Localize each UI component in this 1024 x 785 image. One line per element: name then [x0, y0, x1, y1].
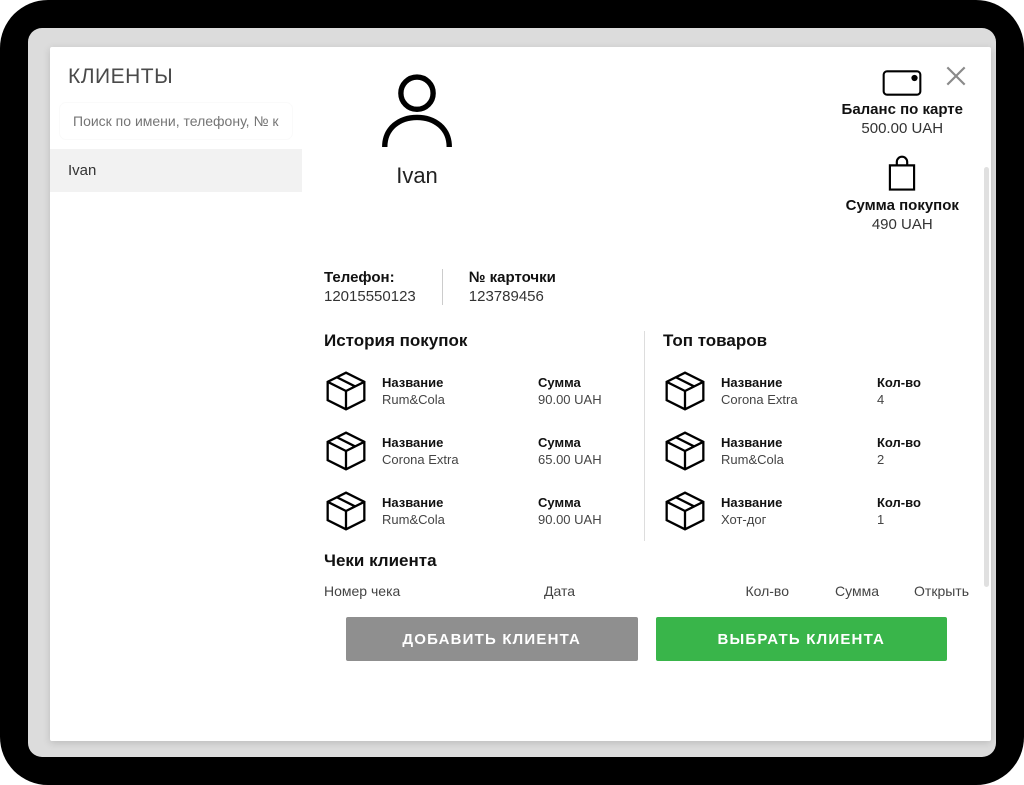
close-icon[interactable]: [943, 63, 969, 89]
col-date: Дата: [544, 583, 709, 599]
user-icon: [374, 69, 460, 155]
col-open: Открыть: [879, 583, 969, 599]
history-title: История покупок: [324, 331, 630, 351]
select-client-button[interactable]: ВЫБРАТЬ КЛИЕНТА: [656, 617, 948, 661]
history-row: Название Rum&Cola Сумма 90.00 UAH: [324, 481, 630, 541]
client-list-item[interactable]: Ivan: [50, 149, 302, 192]
footer-actions: ДОБАВИТЬ КЛИЕНТА ВЫБРАТЬ КЛИЕНТА: [324, 603, 969, 663]
top-title: Топ товаров: [663, 331, 969, 351]
client-list: Ivan: [50, 149, 302, 741]
package-icon: [663, 429, 707, 473]
balance-value: 500.00 UAH: [842, 120, 963, 137]
package-icon: [663, 489, 707, 533]
screen: КЛИЕНТЫ Ivan: [28, 28, 996, 757]
clients-modal: КЛИЕНТЫ Ivan: [50, 47, 991, 741]
col-sum: Сумма: [789, 583, 879, 599]
client-info-row: Телефон: 12015550123 № карточки 12378945…: [324, 269, 969, 305]
sidebar: КЛИЕНТЫ Ivan: [50, 47, 302, 741]
card-number-value: 123789456: [469, 288, 556, 305]
receipts-panel: Чеки клиента Номер чека Дата Кол-во Сумм…: [324, 551, 969, 603]
client-name: Ivan: [374, 163, 460, 189]
phone-label: Телефон:: [324, 269, 416, 286]
receipts-header: Номер чека Дата Кол-во Сумма Открыть: [324, 579, 969, 603]
history-name: Rum&Cola: [382, 392, 524, 407]
history-row: Название Rum&Cola Сумма 90.00 UAH: [324, 361, 630, 421]
top-products-panel: Топ товаров Название Corona Extra: [644, 331, 969, 541]
col-qty: Кол-во: [709, 583, 789, 599]
phone-value: 12015550123: [324, 288, 416, 305]
col-number: Номер чека: [324, 583, 544, 599]
sidebar-title: КЛИЕНТЫ: [68, 65, 284, 89]
bag-icon: [842, 155, 963, 193]
total-value: 490 UAH: [842, 216, 963, 233]
history-amount-label: Сумма: [538, 375, 630, 390]
total-label: Сумма покупок: [842, 197, 963, 214]
add-client-button[interactable]: ДОБАВИТЬ КЛИЕНТА: [346, 617, 638, 661]
history-row: Название Corona Extra Сумма 65.00 UAH: [324, 421, 630, 481]
top-row: Название Хот-дог Кол-во 1: [663, 481, 969, 541]
history-amount: 90.00 UAH: [538, 392, 630, 407]
top-row: Название Corona Extra Кол-во 4: [663, 361, 969, 421]
card-number-label: № карточки: [469, 269, 556, 286]
tablet-frame: КЛИЕНТЫ Ivan: [0, 0, 1024, 785]
scrollbar[interactable]: [984, 167, 989, 587]
receipts-title: Чеки клиента: [324, 551, 969, 571]
balance-label: Баланс по карте: [842, 101, 963, 118]
details-panel: Ivan Баланс по карте: [302, 47, 991, 741]
package-icon: [324, 429, 368, 473]
package-icon: [324, 369, 368, 413]
package-icon: [663, 369, 707, 413]
package-icon: [324, 489, 368, 533]
top-row: Название Rum&Cola Кол-во 2: [663, 421, 969, 481]
history-name-label: Название: [382, 375, 524, 390]
purchase-history-panel: История покупок Название Rum&Cola: [324, 331, 630, 541]
search-input[interactable]: [60, 103, 292, 139]
